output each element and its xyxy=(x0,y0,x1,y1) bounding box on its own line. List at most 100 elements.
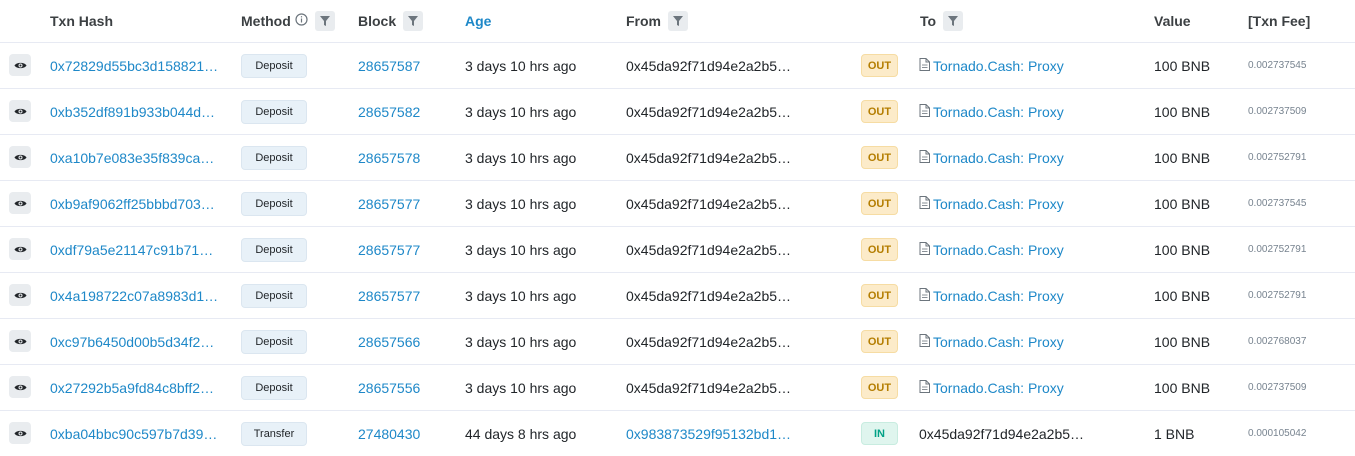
block-link[interactable]: 28657582 xyxy=(358,89,420,134)
from-address: 0x45da92f71d94e2a2b5… xyxy=(626,57,792,74)
table-row: 0x72829d55bc3d158821… Deposit 28657587 3 da… xyxy=(0,43,1355,89)
header-txn-fee[interactable]: [Txn Fee] xyxy=(1248,0,1310,42)
age-text: 3 days 10 hrs ago xyxy=(465,57,577,74)
block-link[interactable]: 28657587 xyxy=(358,43,420,88)
header-block: Block xyxy=(358,0,424,42)
from-address: 0x45da92f71d94e2a2b5… xyxy=(626,103,792,120)
to-address-link[interactable]: Tornado.Cash: Proxy xyxy=(933,104,1064,120)
block-filter-icon[interactable] xyxy=(403,11,424,31)
view-details-eye-icon[interactable] xyxy=(9,54,31,76)
block-link[interactable]: 28657577 xyxy=(358,273,420,318)
view-details-eye-icon[interactable] xyxy=(9,146,31,168)
to-filter-icon[interactable] xyxy=(943,11,964,31)
from-address: 0x45da92f71d94e2a2b5… xyxy=(626,333,792,350)
block-link[interactable]: 28657566 xyxy=(358,319,420,364)
to-address-link[interactable]: Tornado.Cash: Proxy xyxy=(933,196,1064,212)
table-row: 0xb352df891b933b044d… Deposit 28657582 3 da… xyxy=(0,89,1355,135)
txn-hash-link[interactable]: 0xdf79a5e21147c91b71… xyxy=(50,227,213,272)
txn-hash-link[interactable]: 0xb9af9062ff25bbbd703… xyxy=(50,181,215,226)
txn-hash-link[interactable]: 0x72829d55bc3d158821… xyxy=(50,43,218,88)
table-row: 0xa10b7e083e35f839ca… Deposit 28657578 3 da… xyxy=(0,135,1355,181)
contract-icon xyxy=(919,287,930,304)
to-cell: Tornado.Cash: Proxy xyxy=(919,365,1064,410)
method-badge: Deposit xyxy=(241,99,307,124)
direction-badge: OUT xyxy=(861,146,898,169)
direction-badge: OUT xyxy=(861,330,898,353)
age-text: 3 days 10 hrs ago xyxy=(465,149,577,166)
contract-icon xyxy=(919,195,930,212)
view-details-eye-icon[interactable] xyxy=(9,192,31,214)
txn-fee-text: 0.002752791 xyxy=(1248,290,1307,301)
txn-hash-link[interactable]: 0xba04bbc90c597b7d39… xyxy=(50,411,217,456)
method-badge: Deposit xyxy=(241,53,307,78)
method-filter-icon[interactable] xyxy=(314,11,335,31)
txn-fee-text: 0.002752791 xyxy=(1248,152,1307,163)
age-text: 3 days 10 hrs ago xyxy=(465,379,577,396)
table-header: Txn Hash Method Block Age From To Value … xyxy=(0,0,1355,43)
txn-hash-link[interactable]: 0x27292b5a9fd84c8bff2… xyxy=(50,365,214,410)
header-age[interactable]: Age xyxy=(465,0,491,42)
direction-badge: OUT xyxy=(861,284,898,307)
header-txn-hash: Txn Hash xyxy=(50,13,114,29)
info-icon[interactable] xyxy=(295,13,308,29)
block-link[interactable]: 28657578 xyxy=(358,135,420,180)
from-address: 0x45da92f71d94e2a2b5… xyxy=(626,287,792,304)
header-method: Method xyxy=(241,0,335,42)
to-address-link[interactable]: Tornado.Cash: Proxy xyxy=(933,58,1064,74)
view-details-eye-icon[interactable] xyxy=(9,238,31,260)
to-cell: 0x45da92f71d94e2a2b5… xyxy=(919,411,1084,456)
value-text: 100 BNB xyxy=(1154,333,1211,350)
txn-hash-link[interactable]: 0xb352df891b933b044d… xyxy=(50,89,215,134)
direction-badge: OUT xyxy=(861,192,898,215)
to-address-link[interactable]: Tornado.Cash: Proxy xyxy=(933,380,1064,396)
txn-fee-text: 0.000105042 xyxy=(1248,428,1307,439)
to-address-link[interactable]: Tornado.Cash: Proxy xyxy=(933,288,1064,304)
contract-icon xyxy=(919,333,930,350)
age-text: 3 days 10 hrs ago xyxy=(465,103,577,120)
value-text: 100 BNB xyxy=(1154,103,1211,120)
view-details-eye-icon[interactable] xyxy=(9,376,31,398)
txn-hash-link[interactable]: 0xc97b6450d00b5d34f2… xyxy=(50,319,214,364)
method-badge: Deposit xyxy=(241,191,307,216)
to-cell: Tornado.Cash: Proxy xyxy=(919,43,1064,88)
age-text: 3 days 10 hrs ago xyxy=(465,287,577,304)
direction-badge: OUT xyxy=(861,100,898,123)
method-badge: Deposit xyxy=(241,329,307,354)
block-link[interactable]: 28657577 xyxy=(358,181,420,226)
header-block-label: Block xyxy=(358,13,397,29)
view-details-eye-icon[interactable] xyxy=(9,330,31,352)
view-details-eye-icon[interactable] xyxy=(9,422,31,444)
direction-badge: OUT xyxy=(861,54,898,77)
method-badge: Deposit xyxy=(241,283,307,308)
method-badge: Deposit xyxy=(241,145,307,170)
from-address: 0x45da92f71d94e2a2b5… xyxy=(626,241,792,258)
table-row: 0x27292b5a9fd84c8bff2… Deposit 28657556 3 d… xyxy=(0,365,1355,411)
txn-hash-link[interactable]: 0x4a198722c07a8983d1… xyxy=(50,273,218,318)
header-method-label: Method xyxy=(241,13,291,29)
view-details-eye-icon[interactable] xyxy=(9,284,31,306)
table-row: 0x4a198722c07a8983d1… Deposit 28657577 3 da… xyxy=(0,273,1355,319)
age-text: 44 days 8 hrs ago xyxy=(465,425,577,442)
table-row: 0xba04bbc90c597b7d39… Transfer 27480430 44 … xyxy=(0,411,1355,456)
age-text: 3 days 10 hrs ago xyxy=(465,241,577,258)
table-row: 0xb9af9062ff25bbbd703… Deposit 28657577 3 d… xyxy=(0,181,1355,227)
view-details-eye-icon[interactable] xyxy=(9,100,31,122)
from-filter-icon[interactable] xyxy=(668,11,688,31)
txn-fee-text: 0.002737509 xyxy=(1248,382,1307,393)
to-address-link[interactable]: Tornado.Cash: Proxy xyxy=(933,242,1064,258)
block-link[interactable]: 28657577 xyxy=(358,227,420,272)
contract-icon xyxy=(919,103,930,120)
table-row: 0xc97b6450d00b5d34f2… Deposit 28657566 3 da… xyxy=(0,319,1355,365)
contract-icon xyxy=(919,149,930,166)
block-link[interactable]: 28657556 xyxy=(358,365,420,410)
contract-icon xyxy=(919,379,930,396)
txn-hash-link[interactable]: 0xa10b7e083e35f839ca… xyxy=(50,135,214,180)
to-address-link[interactable]: Tornado.Cash: Proxy xyxy=(933,150,1064,166)
direction-badge: IN xyxy=(861,422,898,445)
from-address[interactable]: 0x983873529f95132bd1… xyxy=(626,411,791,456)
table-body: 0x72829d55bc3d158821… Deposit 28657587 3 da… xyxy=(0,43,1355,456)
to-address-link[interactable]: Tornado.Cash: Proxy xyxy=(933,334,1064,350)
block-link[interactable]: 27480430 xyxy=(358,411,420,456)
from-address: 0x45da92f71d94e2a2b5… xyxy=(626,149,792,166)
txn-fee-text: 0.002737509 xyxy=(1248,106,1307,117)
